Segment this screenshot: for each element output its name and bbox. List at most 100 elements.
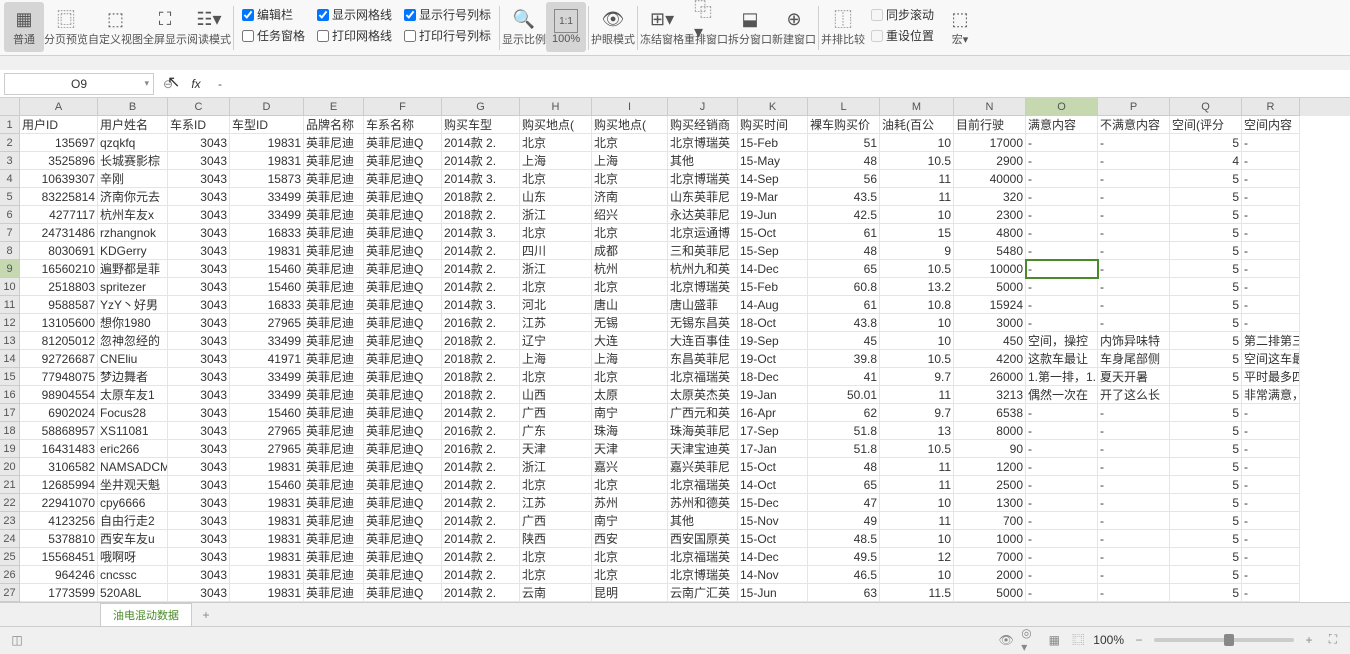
cell[interactable]: 太原车友1 (98, 386, 168, 404)
col-header-D[interactable]: D (230, 98, 304, 116)
cell[interactable]: 5 (1170, 584, 1242, 602)
cell[interactable]: 60.8 (808, 278, 880, 296)
cell[interactable]: - (1098, 278, 1170, 296)
cell[interactable]: - (1242, 152, 1300, 170)
add-sheet-button[interactable]: + (196, 606, 216, 624)
cell[interactable]: 英菲尼迪Q (364, 368, 442, 386)
row-header[interactable]: 24 (0, 530, 20, 548)
cell[interactable]: 自由行走2 (98, 512, 168, 530)
cell[interactable]: 用户姓名 (98, 116, 168, 134)
cell[interactable]: cncssc (98, 566, 168, 584)
cell[interactable]: 北京 (592, 566, 668, 584)
cell[interactable]: 14-Oct (738, 476, 808, 494)
cell[interactable]: 48 (808, 458, 880, 476)
view-normal-status-icon[interactable]: ▦ (1045, 631, 1063, 649)
cell[interactable]: 19831 (230, 584, 304, 602)
cell[interactable]: 英菲尼迪Q (364, 188, 442, 206)
cell[interactable]: - (1026, 584, 1098, 602)
cell[interactable]: - (1242, 404, 1300, 422)
cell[interactable]: 5 (1170, 512, 1242, 530)
cell[interactable]: 英菲尼迪Q (364, 242, 442, 260)
cell[interactable]: 16560210 (20, 260, 98, 278)
cell[interactable]: 19-Sep (738, 332, 808, 350)
cell[interactable]: 10 (880, 566, 954, 584)
cell[interactable]: 不满意内容 (1098, 116, 1170, 134)
cell[interactable]: 450 (954, 332, 1026, 350)
cell[interactable]: 英菲尼迪 (304, 458, 364, 476)
cell[interactable]: 2014款 2. (442, 260, 520, 278)
view-normal-button[interactable]: ▦普通 (4, 2, 44, 52)
cell[interactable]: 15873 (230, 170, 304, 188)
cell[interactable]: - (1242, 242, 1300, 260)
cell[interactable]: 14-Nov (738, 566, 808, 584)
cell[interactable]: 3043 (168, 314, 230, 332)
cell[interactable]: 3043 (168, 512, 230, 530)
cell[interactable]: 购买车型 (442, 116, 520, 134)
cell[interactable]: - (1098, 188, 1170, 206)
cell[interactable]: 购买地点( (520, 116, 592, 134)
cell[interactable]: - (1242, 512, 1300, 530)
cell[interactable]: 19-Jan (738, 386, 808, 404)
cell[interactable]: 43.5 (808, 188, 880, 206)
cell[interactable]: 珠海英菲尼 (668, 422, 738, 440)
cell[interactable]: 2014款 2. (442, 278, 520, 296)
cell[interactable]: 北京 (520, 134, 592, 152)
col-header-N[interactable]: N (954, 98, 1026, 116)
cell[interactable]: 北京 (592, 278, 668, 296)
cell[interactable]: 北京 (592, 368, 668, 386)
cell[interactable]: 3043 (168, 278, 230, 296)
cell[interactable]: 三和英菲尼 (668, 242, 738, 260)
cell[interactable]: 其他 (668, 512, 738, 530)
cell[interactable]: 39.8 (808, 350, 880, 368)
cell[interactable]: 11 (880, 512, 954, 530)
cell[interactable]: 2014款 2. (442, 152, 520, 170)
cell[interactable]: 西安国原英 (668, 530, 738, 548)
cell[interactable]: 3043 (168, 494, 230, 512)
cell[interactable]: cpy6666 (98, 494, 168, 512)
cell[interactable]: 北京 (520, 566, 592, 584)
cell[interactable]: - (1026, 242, 1098, 260)
cell[interactable]: 英菲尼迪Q (364, 476, 442, 494)
row-header[interactable]: 9 (0, 260, 20, 278)
cell[interactable]: CNEliu (98, 350, 168, 368)
cell[interactable]: 唐山盛菲 (668, 296, 738, 314)
row-header[interactable]: 14 (0, 350, 20, 368)
cell[interactable]: - (1026, 404, 1098, 422)
cell[interactable]: 南宁 (592, 404, 668, 422)
cell[interactable]: 3043 (168, 188, 230, 206)
cell[interactable]: 上海 (592, 152, 668, 170)
cell[interactable]: 5 (1170, 278, 1242, 296)
cell[interactable]: 英菲尼迪 (304, 386, 364, 404)
cell[interactable]: 英菲尼迪 (304, 512, 364, 530)
cell[interactable]: 3043 (168, 476, 230, 494)
cell[interactable]: - (1242, 260, 1300, 278)
cell[interactable]: 北京博瑞英 (668, 278, 738, 296)
cell[interactable]: 广西 (520, 512, 592, 530)
cell[interactable]: 英菲尼迪 (304, 422, 364, 440)
cell[interactable]: 英菲尼迪Q (364, 458, 442, 476)
cell[interactable]: 5 (1170, 206, 1242, 224)
cell[interactable]: 49.5 (808, 548, 880, 566)
cell[interactable]: 英菲尼迪Q (364, 314, 442, 332)
cell[interactable]: 3043 (168, 170, 230, 188)
cell[interactable]: 3043 (168, 332, 230, 350)
cell[interactable]: 英菲尼迪 (304, 368, 364, 386)
cell[interactable]: 15460 (230, 476, 304, 494)
cell[interactable]: qzqkfq (98, 134, 168, 152)
cell[interactable]: - (1242, 458, 1300, 476)
cell[interactable]: 11 (880, 170, 954, 188)
cell[interactable]: 2014款 2. (442, 494, 520, 512)
cell[interactable]: 15-Feb (738, 278, 808, 296)
cell[interactable]: 90 (954, 440, 1026, 458)
cell[interactable]: 16833 (230, 224, 304, 242)
cell[interactable]: 24731486 (20, 224, 98, 242)
cell[interactable]: 33499 (230, 332, 304, 350)
cell[interactable]: 10.5 (880, 152, 954, 170)
cell[interactable]: 4 (1170, 152, 1242, 170)
row-header[interactable]: 21 (0, 476, 20, 494)
cell[interactable]: 19831 (230, 494, 304, 512)
check-print-rowcol[interactable]: 打印行号列标 (404, 27, 491, 44)
cell[interactable]: 16833 (230, 296, 304, 314)
cell[interactable]: 33499 (230, 206, 304, 224)
cell[interactable]: - (1098, 566, 1170, 584)
